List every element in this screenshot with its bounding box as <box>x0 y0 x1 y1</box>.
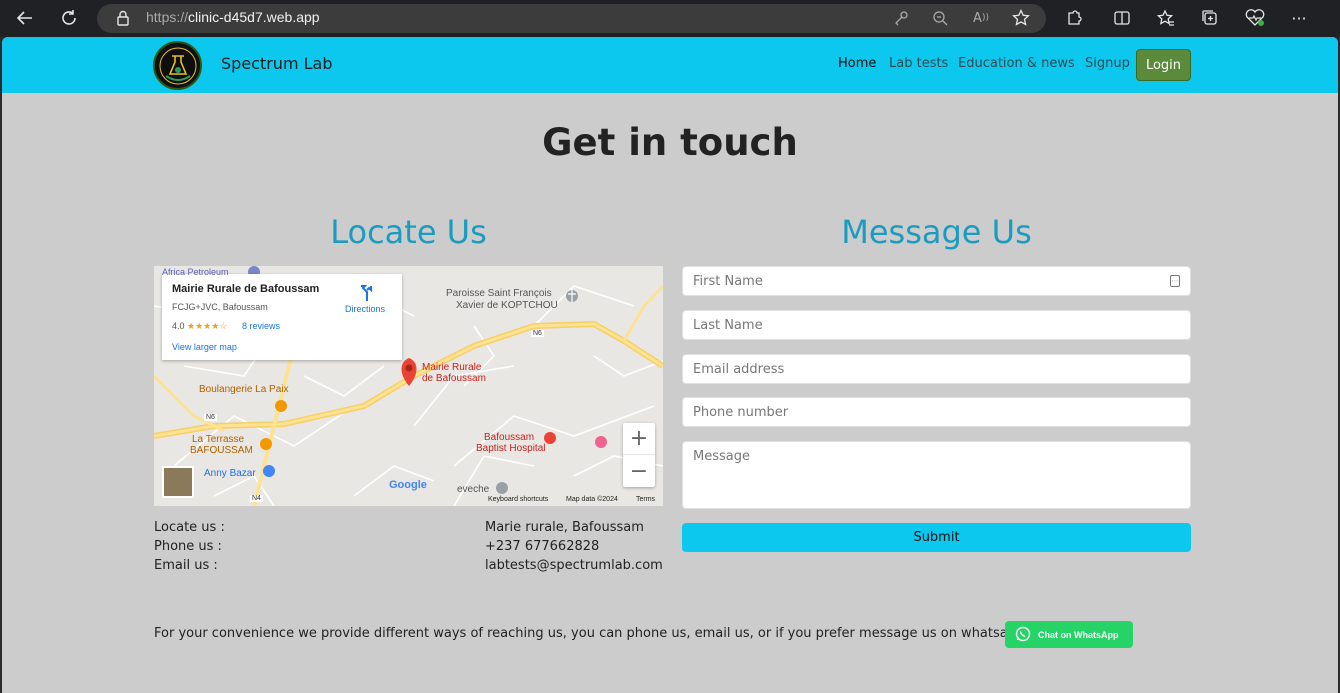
browser-toolbar: https://clinic-d45d7.web.app A)) ··· <box>0 0 1340 37</box>
map-road-label-n6-2: N6 <box>204 414 217 421</box>
page-title: Get in touch <box>542 121 798 164</box>
last-name-input[interactable] <box>683 311 1190 339</box>
reviews-link[interactable]: 8 reviews <box>242 321 280 331</box>
locate-us-label: Locate us : <box>154 520 225 535</box>
url-protocol: https:// <box>146 9 189 25</box>
map-label-mairie: Mairie Rurale <box>422 362 482 373</box>
map-label-hospital-2: Baptist Hospital <box>476 443 546 454</box>
key-icon[interactable] <box>891 8 911 28</box>
satellite-toggle[interactable] <box>162 466 194 498</box>
map-label-eveche: eveche <box>457 484 490 495</box>
read-aloud-icon[interactable]: A)) <box>971 8 991 28</box>
phone-field[interactable] <box>682 397 1191 427</box>
map-label-paroisse-2: Xavier de KOPTCHOU <box>456 300 558 311</box>
map-label-paroisse: Paroisse Saint François <box>446 288 552 299</box>
email-us-value[interactable]: labtests@spectrumlab.com <box>485 558 663 573</box>
zoom-out-icon[interactable]: − <box>623 455 655 487</box>
zoom-icon[interactable] <box>930 8 950 28</box>
collections-icon[interactable] <box>1200 8 1220 28</box>
zoom-in-icon[interactable]: + <box>623 423 655 455</box>
page-viewport: Spectrum Lab Home Lab tests Education & … <box>2 37 1338 693</box>
submit-button[interactable]: Submit <box>682 523 1191 552</box>
url-host: clinic-d45d7.web.app <box>188 9 320 25</box>
nav-home[interactable]: Home <box>838 56 876 71</box>
site-navbar: Spectrum Lab Home Lab tests Education & … <box>2 37 1338 93</box>
phone-input[interactable] <box>683 398 1190 426</box>
rating-stars-icon: ★★★★☆ <box>187 321 228 331</box>
map-label-anny-bazar: Anny Bazar <box>204 468 256 479</box>
whatsapp-label: Chat on WhatsApp <box>1038 629 1119 640</box>
last-name-field[interactable] <box>682 310 1191 340</box>
reload-icon[interactable] <box>59 8 79 28</box>
map-label-africa-petroleum: Africa Petroleum <box>162 267 229 277</box>
url-text: https://clinic-d45d7.web.app <box>146 9 320 25</box>
locate-us-value: Marie rurale, Bafoussam <box>485 520 644 535</box>
map-terms-link[interactable]: Terms <box>636 496 655 503</box>
more-options-icon[interactable]: ··· <box>1289 8 1309 28</box>
message-field[interactable] <box>682 441 1191 509</box>
directions-link[interactable]: Directions <box>345 304 385 314</box>
map-zoom-control: + − <box>623 423 655 487</box>
brand-name[interactable]: Spectrum Lab <box>221 54 333 73</box>
place-name: Mairie Rurale de Bafoussam <box>172 283 320 295</box>
message-us-title: Message Us <box>841 213 1032 251</box>
locate-us-title: Locate Us <box>330 213 487 251</box>
email-field[interactable] <box>682 354 1191 384</box>
map-label-mairie-2: de Bafoussam <box>422 373 486 384</box>
email-us-label: Email us : <box>154 558 218 573</box>
view-larger-map-link[interactable]: View larger map <box>172 342 237 352</box>
lock-icon[interactable] <box>113 8 133 28</box>
browser-essentials-icon[interactable] <box>1245 8 1265 28</box>
map-label-boulangerie: Boulangerie La Paix <box>199 384 289 395</box>
phone-us-value[interactable]: +237 677662828 <box>485 539 599 554</box>
nav-signup[interactable]: Signup <box>1085 56 1130 71</box>
first-name-field[interactable]: ⋯ <box>682 266 1191 296</box>
map-label-terrasse-2: BAFOUSSAM <box>190 445 253 456</box>
map-road-label-n4: N4 <box>250 495 263 502</box>
login-button[interactable]: Login <box>1136 49 1191 81</box>
map-label-hospital: Bafoussam <box>484 432 535 443</box>
autofill-icon[interactable]: ⋯ <box>1170 275 1180 287</box>
map-road-label-n6: N6 <box>531 330 544 337</box>
split-screen-icon[interactable] <box>1112 8 1132 28</box>
google-map[interactable]: Mairie Rurale de Bafoussam FCJG+JVC, Baf… <box>154 266 663 506</box>
email-input[interactable] <box>683 355 1190 383</box>
back-arrow-icon[interactable] <box>15 8 35 28</box>
nav-education-news[interactable]: Education & news <box>958 56 1075 71</box>
place-address: FCJG+JVC, Bafoussam <box>172 302 268 312</box>
whatsapp-icon <box>1015 626 1031 644</box>
keyboard-shortcuts-link[interactable]: Keyboard shortcuts <box>488 496 548 503</box>
contact-options-text: For your convenience we provide differen… <box>154 626 1025 641</box>
phone-us-label: Phone us : <box>154 539 222 554</box>
extensions-icon[interactable] <box>1064 8 1084 28</box>
favorites-icon[interactable] <box>1156 8 1176 28</box>
star-favorite-icon[interactable] <box>1011 8 1031 28</box>
rating-value: 4.0 <box>172 321 185 331</box>
map-label-terrasse: La Terrasse <box>192 434 245 445</box>
map-data-credit: Map data ©2024 <box>566 496 618 503</box>
place-info-card: Mairie Rurale de Bafoussam FCJG+JVC, Baf… <box>162 274 402 360</box>
place-rating: 4.0 ★★★★☆ <box>172 321 227 332</box>
spectrum-lab-logo[interactable] <box>153 41 202 90</box>
chat-on-whatsapp-button[interactable]: Chat on WhatsApp <box>1005 621 1133 648</box>
first-name-input[interactable] <box>683 267 1190 295</box>
google-logo: Google <box>389 479 427 491</box>
message-textarea[interactable] <box>683 442 1190 508</box>
nav-lab-tests[interactable]: Lab tests <box>889 56 948 71</box>
